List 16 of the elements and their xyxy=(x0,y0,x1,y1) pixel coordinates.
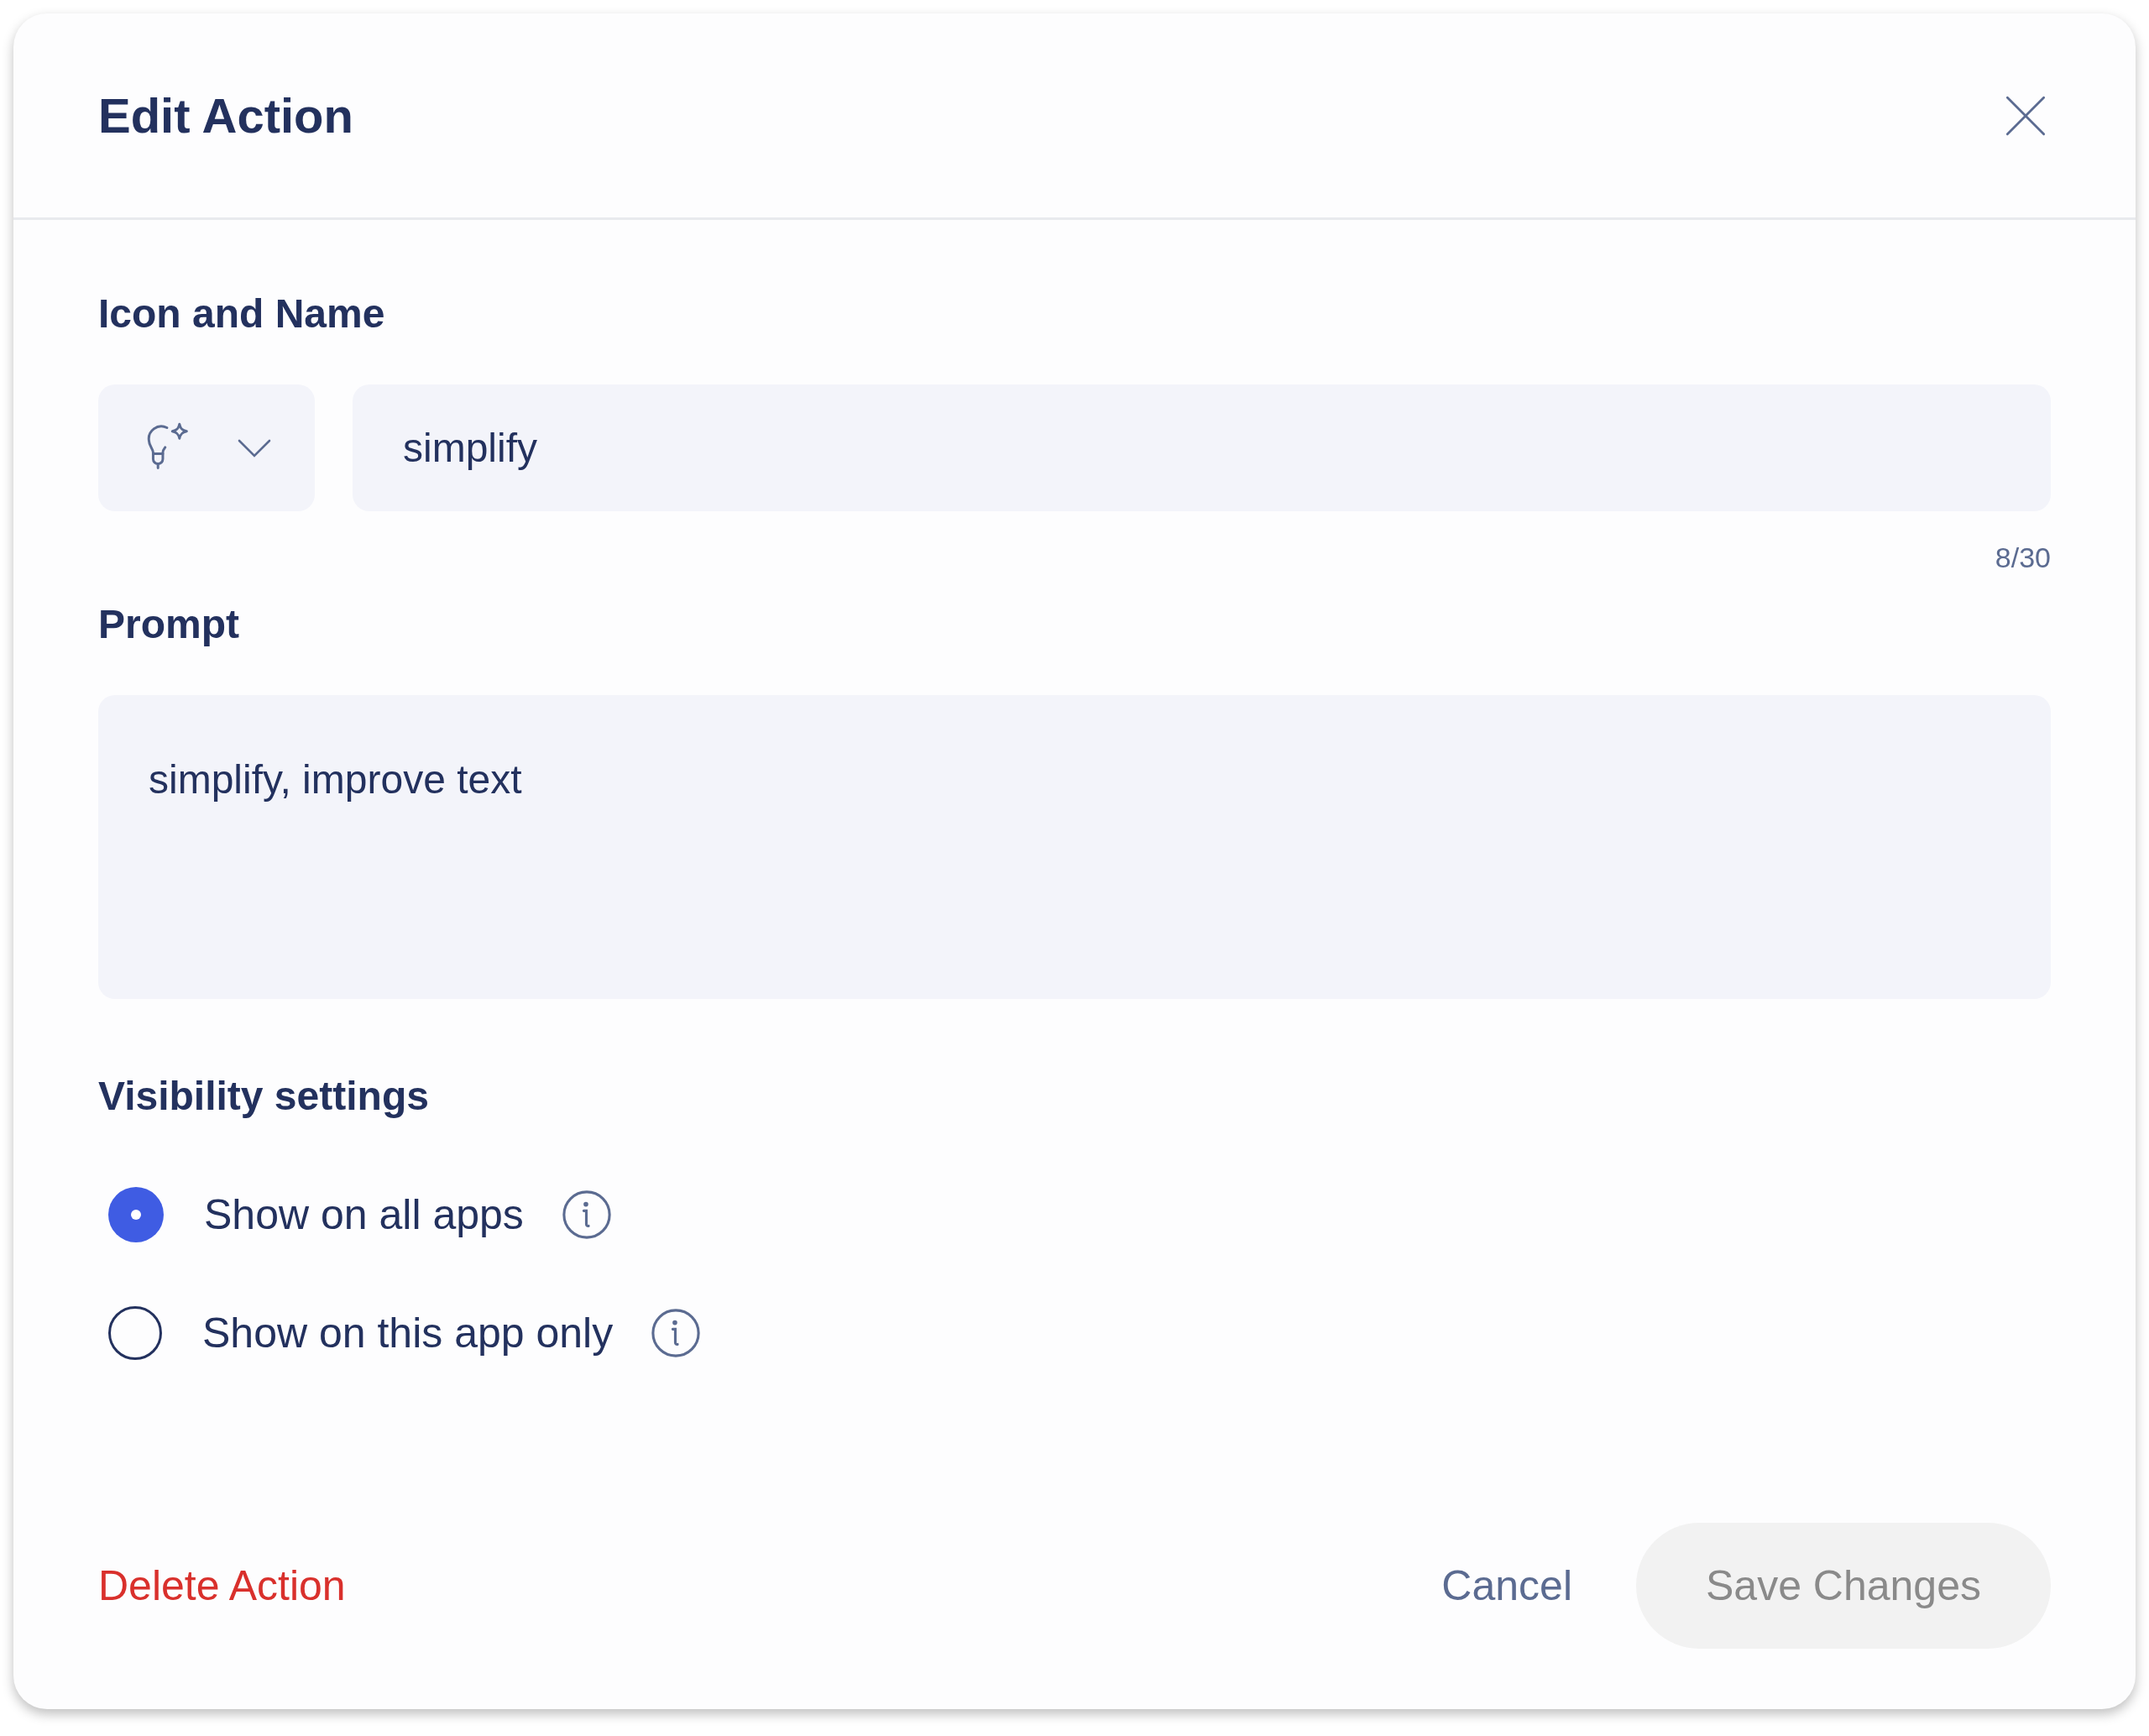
character-counter: 8/30 xyxy=(1995,541,2051,575)
section-heading: Visibility settings xyxy=(98,1076,430,1116)
section-heading: Icon and Name xyxy=(98,294,386,334)
delete-action-link[interactable]: Delete Action xyxy=(98,1554,346,1618)
chevron-down-icon xyxy=(238,438,271,458)
name-input-field[interactable]: simplify xyxy=(353,384,2051,511)
section-heading: Prompt xyxy=(98,604,240,645)
dialog-title: Edit Action xyxy=(98,87,353,144)
prompt-text-field[interactable]: simplify, improve text xyxy=(98,695,2051,999)
radio-label: Show on all apps xyxy=(204,1194,524,1236)
radio-button[interactable] xyxy=(108,1306,162,1360)
cancel-button[interactable]: Cancel xyxy=(1441,1554,1572,1618)
save-changes-button: Save Changes xyxy=(1636,1523,2051,1649)
info-icon[interactable] xyxy=(650,1307,703,1359)
radio-label: Show on this app only xyxy=(202,1312,614,1354)
info-icon[interactable] xyxy=(560,1189,613,1241)
